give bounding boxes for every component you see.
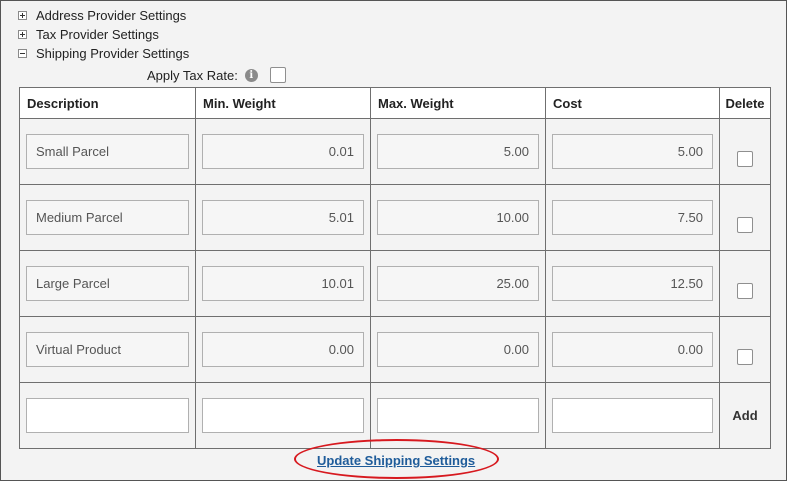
min-weight-cell: 10.01 xyxy=(195,250,371,317)
max-weight-input[interactable]: 25.00 xyxy=(377,266,539,301)
cost-input[interactable]: 12.50 xyxy=(552,266,713,301)
delete-cell xyxy=(719,250,771,317)
max-weight-cell: 0.00 xyxy=(370,316,546,383)
description-cell: Large Parcel xyxy=(19,250,196,317)
min-weight-cell: 0.01 xyxy=(195,118,371,185)
add-cell: Add xyxy=(719,382,771,449)
new-min-weight-input[interactable] xyxy=(202,398,364,433)
cost-input[interactable]: 5.00 xyxy=(552,134,713,169)
update-shipping-settings-link[interactable]: Update Shipping Settings xyxy=(317,453,475,468)
description-input[interactable]: Virtual Product xyxy=(26,332,189,367)
delete-cell xyxy=(719,184,771,251)
new-description-input[interactable] xyxy=(26,398,189,433)
cost-input[interactable]: 0.00 xyxy=(552,332,713,367)
min-weight-cell: 0.00 xyxy=(195,316,371,383)
minus-square-icon[interactable] xyxy=(18,48,27,58)
min-weight-input[interactable]: 10.01 xyxy=(202,266,364,301)
max-weight-cell: 5.00 xyxy=(370,118,546,185)
info-icon[interactable]: i xyxy=(244,68,258,82)
description-input[interactable]: Medium Parcel xyxy=(26,200,189,235)
max-weight-input[interactable]: 10.00 xyxy=(377,200,539,235)
min-weight-input[interactable]: 0.01 xyxy=(202,134,364,169)
tree-item-label: Tax Provider Settings xyxy=(36,26,159,42)
shipping-rates-table: Description Min. Weight Max. Weight Cost… xyxy=(19,87,771,449)
description-input[interactable]: Small Parcel xyxy=(26,134,189,169)
apply-tax-row: Apply Tax Rate: i xyxy=(147,65,286,85)
cost-cell: 7.50 xyxy=(545,184,720,251)
shipping-settings-panel: Address Provider Settings Tax Provider S… xyxy=(0,0,787,481)
cost-input[interactable]: 7.50 xyxy=(552,200,713,235)
max-weight-cell: 10.00 xyxy=(370,184,546,251)
new-row: Add xyxy=(19,382,771,449)
add-button[interactable]: Add xyxy=(732,408,757,423)
min-weight-input[interactable]: 5.01 xyxy=(202,200,364,235)
max-weight-input[interactable]: 0.00 xyxy=(377,332,539,367)
header-delete: Delete xyxy=(719,87,771,119)
delete-cell xyxy=(719,316,771,383)
plus-square-icon[interactable] xyxy=(18,29,27,39)
tree-item-label: Address Provider Settings xyxy=(36,7,187,23)
apply-tax-checkbox[interactable] xyxy=(269,67,286,83)
table-row: Virtual Product 0.00 0.00 0.00 xyxy=(19,316,771,383)
delete-checkbox[interactable] xyxy=(737,151,753,167)
tree-item-address-provider[interactable]: Address Provider Settings xyxy=(18,6,186,24)
min-weight-cell xyxy=(195,382,371,449)
delete-cell xyxy=(719,118,771,185)
header-max-weight: Max. Weight xyxy=(370,87,546,119)
max-weight-input[interactable]: 5.00 xyxy=(377,134,539,169)
min-weight-cell: 5.01 xyxy=(195,184,371,251)
new-max-weight-input[interactable] xyxy=(377,398,539,433)
delete-checkbox[interactable] xyxy=(737,217,753,233)
cost-cell: 5.00 xyxy=(545,118,720,185)
description-input[interactable]: Large Parcel xyxy=(26,266,189,301)
table-row: Large Parcel 10.01 25.00 12.50 xyxy=(19,250,771,317)
header-cost: Cost xyxy=(545,87,720,119)
table-row: Small Parcel 0.01 5.00 5.00 xyxy=(19,118,771,185)
table-row: Medium Parcel 5.01 10.00 7.50 xyxy=(19,184,771,251)
header-description: Description xyxy=(19,87,196,119)
apply-tax-label: Apply Tax Rate: xyxy=(147,67,238,83)
delete-checkbox[interactable] xyxy=(737,283,753,299)
tree-item-label: Shipping Provider Settings xyxy=(36,45,190,61)
cost-cell: 12.50 xyxy=(545,250,720,317)
description-cell: Virtual Product xyxy=(19,316,196,383)
header-min-weight: Min. Weight xyxy=(195,87,371,119)
max-weight-cell xyxy=(370,382,546,449)
plus-square-icon[interactable] xyxy=(18,10,27,20)
max-weight-cell: 25.00 xyxy=(370,250,546,317)
table-header-row: Description Min. Weight Max. Weight Cost… xyxy=(19,87,771,119)
description-cell xyxy=(19,382,196,449)
delete-checkbox[interactable] xyxy=(737,349,753,365)
new-cost-input[interactable] xyxy=(552,398,713,433)
tree-item-tax-provider[interactable]: Tax Provider Settings xyxy=(18,25,159,43)
tree-item-shipping-provider[interactable]: Shipping Provider Settings xyxy=(18,44,189,62)
cost-cell xyxy=(545,382,720,449)
description-cell: Medium Parcel xyxy=(19,184,196,251)
cost-cell: 0.00 xyxy=(545,316,720,383)
description-cell: Small Parcel xyxy=(19,118,196,185)
min-weight-input[interactable]: 0.00 xyxy=(202,332,364,367)
